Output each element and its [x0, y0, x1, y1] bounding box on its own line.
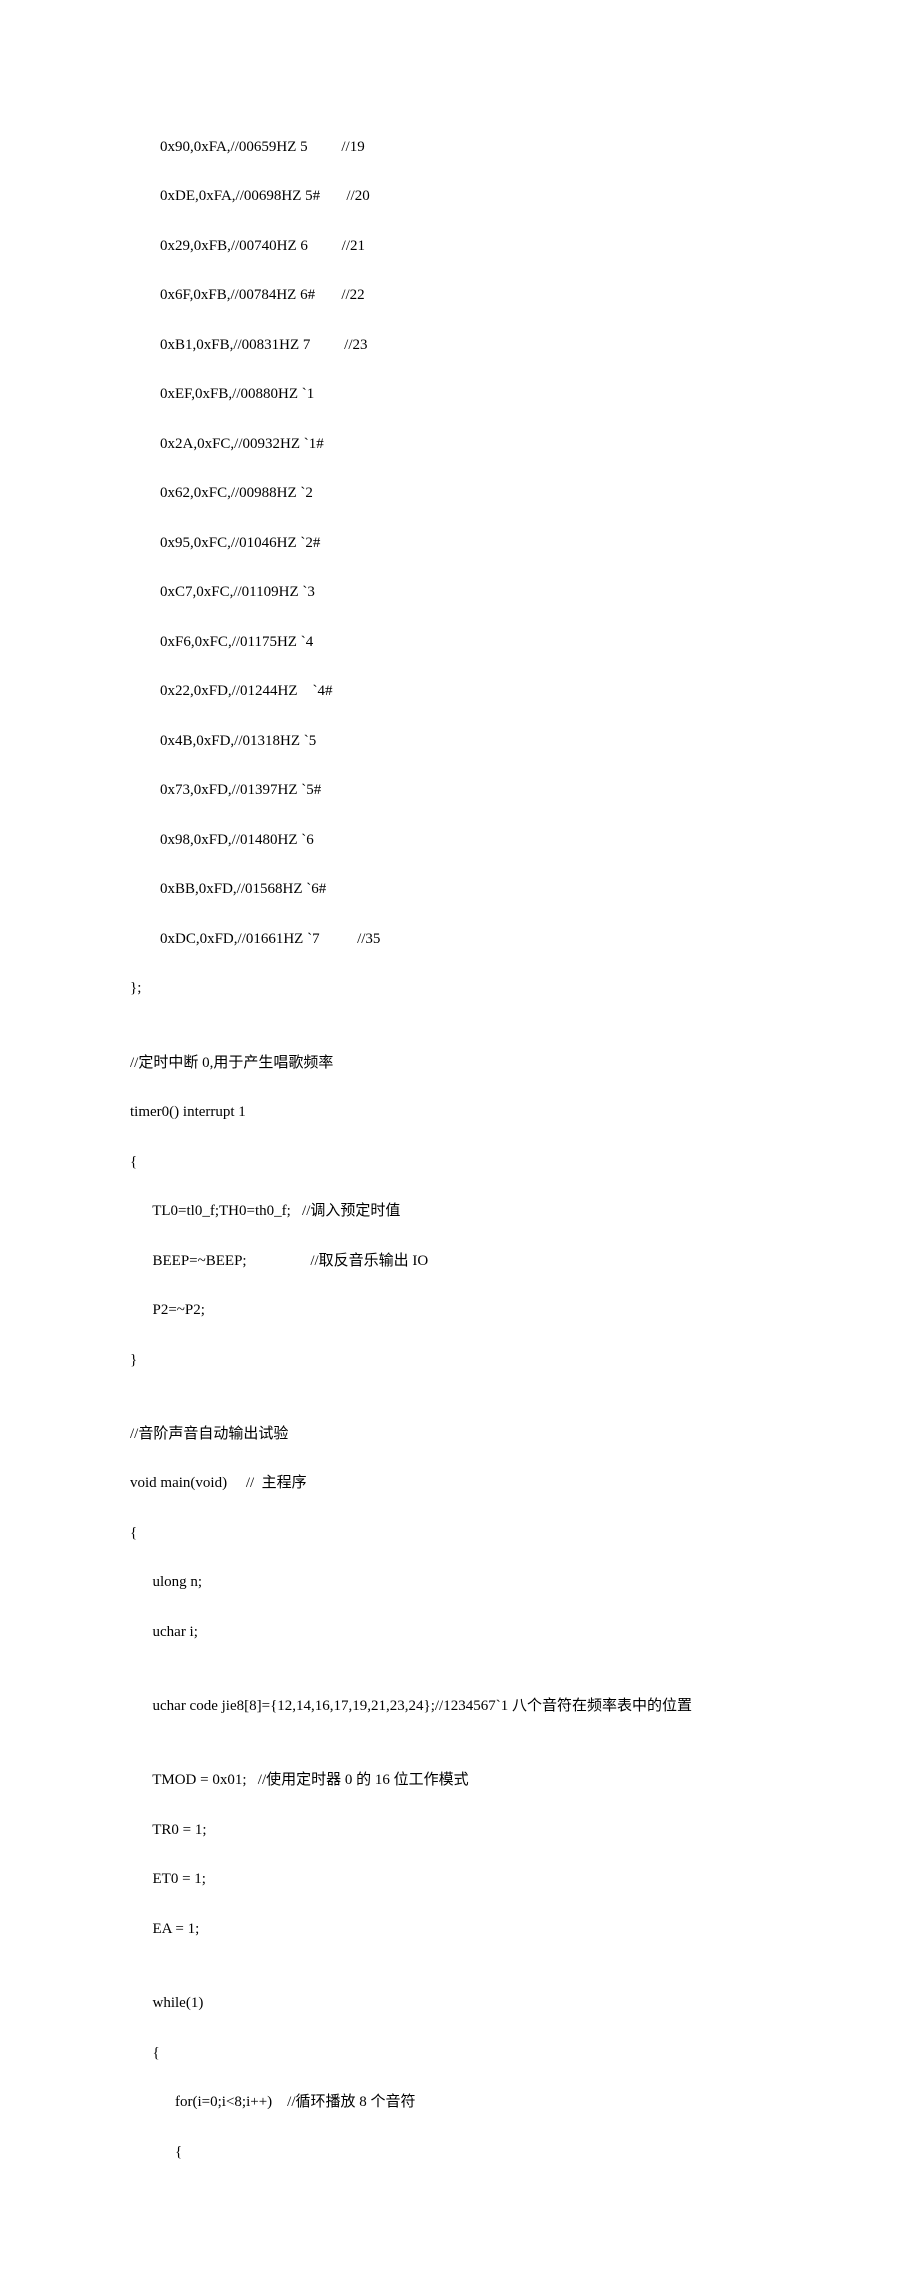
- code-line: {: [130, 2140, 810, 2165]
- code-line: 0x22,0xFD,//01244HZ `4#: [130, 679, 810, 704]
- code-line: };: [130, 976, 810, 1001]
- code-line: }: [130, 1348, 810, 1373]
- code-line: 0x90,0xFA,//00659HZ 5 //19: [130, 135, 810, 160]
- code-line: 0x6F,0xFB,//00784HZ 6# //22: [130, 283, 810, 308]
- code-line: 0xF6,0xFC,//01175HZ `4: [130, 630, 810, 655]
- code-line: TMOD = 0x01; //使用定时器 0 的 16 位工作模式: [130, 1768, 810, 1793]
- code-line: void main(void) // 主程序: [130, 1471, 810, 1496]
- code-line: uchar i;: [130, 1620, 810, 1645]
- code-line: for(i=0;i<8;i++) //循环播放 8 个音符: [130, 2090, 810, 2115]
- code-line: 0x62,0xFC,//00988HZ `2: [130, 481, 810, 506]
- code-line: 0xB1,0xFB,//00831HZ 7 //23: [130, 333, 810, 358]
- code-line: BEEP=~BEEP; //取反音乐输出 IO: [130, 1249, 810, 1274]
- code-line: 0xC7,0xFC,//01109HZ `3: [130, 580, 810, 605]
- code-line: TR0 = 1;: [130, 1818, 810, 1843]
- code-line: timer0() interrupt 1: [130, 1100, 810, 1125]
- document-page: 0x90,0xFA,//00659HZ 5 //19 0xDE,0xFA,//0…: [0, 0, 920, 2289]
- code-line: 0x29,0xFB,//00740HZ 6 //21: [130, 234, 810, 259]
- code-line: //音阶声音自动输出试验: [130, 1422, 810, 1447]
- code-line: ulong n;: [130, 1570, 810, 1595]
- code-line: //定时中断 0,用于产生唱歌频率: [130, 1051, 810, 1076]
- code-line: EA = 1;: [130, 1917, 810, 1942]
- code-line: 0xDE,0xFA,//00698HZ 5# //20: [130, 184, 810, 209]
- code-line: uchar code jie8[8]={12,14,16,17,19,21,23…: [130, 1694, 810, 1719]
- code-line: 0xBB,0xFD,//01568HZ `6#: [130, 877, 810, 902]
- code-line: 0x2A,0xFC,//00932HZ `1#: [130, 432, 810, 457]
- code-line: 0xDC,0xFD,//01661HZ `7 //35: [130, 927, 810, 952]
- code-line: ET0 = 1;: [130, 1867, 810, 1892]
- code-line: while(1): [130, 1991, 810, 2016]
- code-line: 0x95,0xFC,//01046HZ `2#: [130, 531, 810, 556]
- code-line: {: [130, 1150, 810, 1175]
- code-line: TL0=tl0_f;TH0=th0_f; //调入预定时值: [130, 1199, 810, 1224]
- code-line: 0xEF,0xFB,//00880HZ `1: [130, 382, 810, 407]
- code-line: {: [130, 2041, 810, 2066]
- code-line: 0x73,0xFD,//01397HZ `5#: [130, 778, 810, 803]
- code-line: 0x4B,0xFD,//01318HZ `5: [130, 729, 810, 754]
- code-line: {: [130, 1521, 810, 1546]
- code-line: 0x98,0xFD,//01480HZ `6: [130, 828, 810, 853]
